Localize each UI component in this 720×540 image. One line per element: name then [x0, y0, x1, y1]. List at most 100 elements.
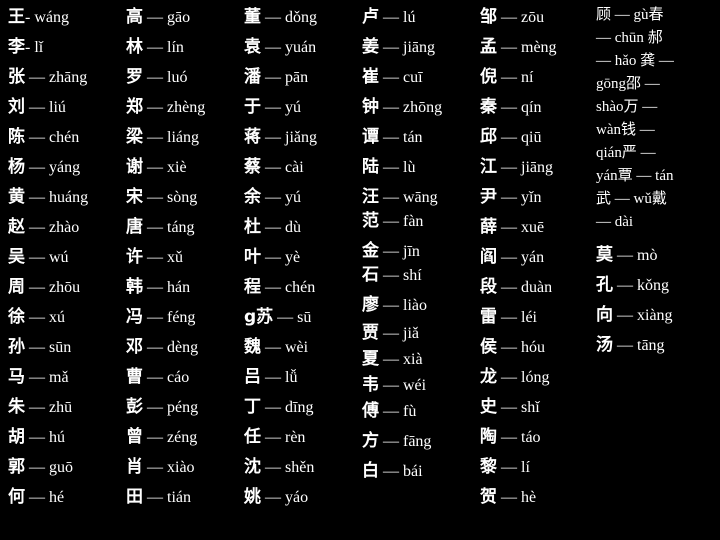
- surname-pinyin: chén: [49, 129, 80, 146]
- surname-pinyin: rèn: [285, 429, 306, 446]
- surname-character: 秦: [480, 97, 497, 117]
- surname-entry: 邹 — zōu: [480, 4, 557, 34]
- surname-entry: 杨 — yáng: [8, 154, 88, 184]
- surname-entry: 姚 — yáo: [244, 484, 317, 514]
- surname-pinyin: tán: [403, 129, 423, 146]
- surname-pinyin: zhōng: [403, 99, 443, 116]
- surname-character: 邓: [126, 337, 143, 357]
- separator: —: [379, 351, 403, 368]
- surname-entry: 史 — shǐ: [480, 394, 557, 424]
- surname-entry: 韩 — hán: [126, 274, 205, 304]
- wrapped-line: — dài: [596, 214, 634, 230]
- surname-pinyin: yè: [285, 249, 301, 266]
- surname-column-6: 顾 — gù春 — chūn 郝 — hǎo 龚 — gōng邵 — shào万 — wà…: [596, 4, 716, 360]
- surname-character: 冯: [126, 307, 143, 327]
- surname-pinyin: zhèng: [167, 99, 206, 116]
- separator: —: [143, 279, 167, 296]
- surname-character: 卢: [362, 7, 379, 27]
- surname-pinyin: gāo: [167, 9, 191, 26]
- surname-pinyin: zōu: [521, 9, 545, 26]
- separator: —: [379, 9, 403, 26]
- surname-character: 范: [362, 211, 379, 231]
- surname-character: 姚: [244, 487, 261, 507]
- surname-entry: g苏 — sū: [244, 304, 317, 334]
- surname-entry: 刘 — liú: [8, 94, 88, 124]
- separator: —: [143, 249, 167, 266]
- surname-character: g苏: [244, 307, 274, 327]
- surname-entry: 蒋 — jiǎng: [244, 124, 317, 154]
- separator: —: [25, 489, 49, 506]
- surname-entry: 曹 — cáo: [126, 364, 205, 394]
- surname-character: 傅: [362, 401, 379, 421]
- surname-pinyin: lù: [403, 159, 416, 176]
- surname-pinyin: wáng: [34, 9, 69, 26]
- separator: —: [261, 399, 285, 416]
- surname-pinyin: jiǎ: [403, 325, 419, 342]
- surname-character: 董: [244, 7, 261, 27]
- surname-entry: 秦 — qín: [480, 94, 557, 124]
- surname-entry: 卢 — lú: [362, 4, 442, 34]
- surname-pinyin: ní: [521, 69, 534, 86]
- surname-entry: 田 — tián: [126, 484, 205, 514]
- surname-pinyin: shǐ: [521, 399, 540, 416]
- surname-entry: 侯 — hóu: [480, 334, 557, 364]
- surname-pinyin: hé: [49, 489, 65, 506]
- surname-character: 倪: [480, 67, 497, 87]
- surname-character: 阎: [480, 247, 497, 267]
- surname-entry: 贺 — hè: [480, 484, 557, 514]
- surname-character: 贺: [480, 487, 497, 507]
- surname-pinyin: mò: [637, 247, 658, 264]
- surname-entry: 郑 — zhèng: [126, 94, 205, 124]
- separator: —: [379, 463, 403, 480]
- separator: —: [497, 309, 521, 326]
- wrapped-line: gōng邵 —: [596, 76, 660, 92]
- surname-pinyin: shí: [403, 267, 422, 284]
- surname-character: 谭: [362, 127, 379, 147]
- separator: —: [261, 339, 285, 356]
- surname-entry: 薛 — xuē: [480, 214, 557, 244]
- surname-entry: 彭 — péng: [126, 394, 205, 424]
- separator: —: [261, 189, 285, 206]
- surname-pinyin: dīng: [285, 399, 314, 416]
- surname-pinyin: guō: [49, 459, 73, 476]
- separator: —: [25, 99, 49, 116]
- separator: —: [613, 337, 637, 354]
- surname-character: 汤: [596, 335, 613, 355]
- surname-entry: 孟 — mèng: [480, 34, 557, 64]
- surname-character: 龙: [480, 367, 497, 387]
- surname-column-5: 邹 — zōu 孟 — mèng 倪 — ní 秦 — qín 邱 — qiū 江 — j…: [480, 4, 557, 514]
- surname-character: 郑: [126, 97, 143, 117]
- surname-column-1: 王- wáng 李- lǐ 张 — zhāng 刘 — liú 陈 — chén 杨 — …: [8, 4, 88, 514]
- surname-character: 向: [596, 305, 613, 325]
- surname-pinyin: yú: [285, 99, 301, 116]
- surname-entry: 李- lǐ: [8, 34, 88, 64]
- surname-pinyin: hú: [49, 429, 65, 446]
- surname-pinyin: qín: [521, 99, 542, 116]
- surname-character: 方: [362, 431, 379, 451]
- separator: —: [497, 129, 521, 146]
- surname-entry: 曾 — zéng: [126, 424, 205, 454]
- surname-pinyin: hóu: [521, 339, 545, 356]
- surname-character: 林: [126, 37, 143, 57]
- surname-pinyin: dǒng: [285, 9, 317, 26]
- separator: —: [261, 69, 285, 86]
- surname-pinyin: wāng: [403, 189, 438, 206]
- surname-pinyin: jiāng: [403, 39, 435, 56]
- separator: —: [25, 339, 49, 356]
- separator: —: [379, 39, 403, 56]
- surname-character: 杜: [244, 217, 261, 237]
- separator: —: [379, 99, 403, 116]
- surname-entry: 孙 — sūn: [8, 334, 88, 364]
- surname-entry: 沈 — shěn: [244, 454, 317, 484]
- surname-pinyin: léi: [521, 309, 537, 326]
- separator: —: [379, 189, 403, 206]
- surname-character: 杨: [8, 157, 25, 177]
- surname-pinyin: dèng: [167, 339, 199, 356]
- surname-character: 肖: [126, 457, 143, 477]
- surname-entry: 邱 — qiū: [480, 124, 557, 154]
- surname-pinyin: yáng: [49, 159, 81, 176]
- surname-pinyin: lǐ: [34, 39, 44, 56]
- surname-pinyin: wú: [49, 249, 69, 266]
- surname-character: 王: [8, 7, 25, 27]
- separator: —: [497, 369, 521, 386]
